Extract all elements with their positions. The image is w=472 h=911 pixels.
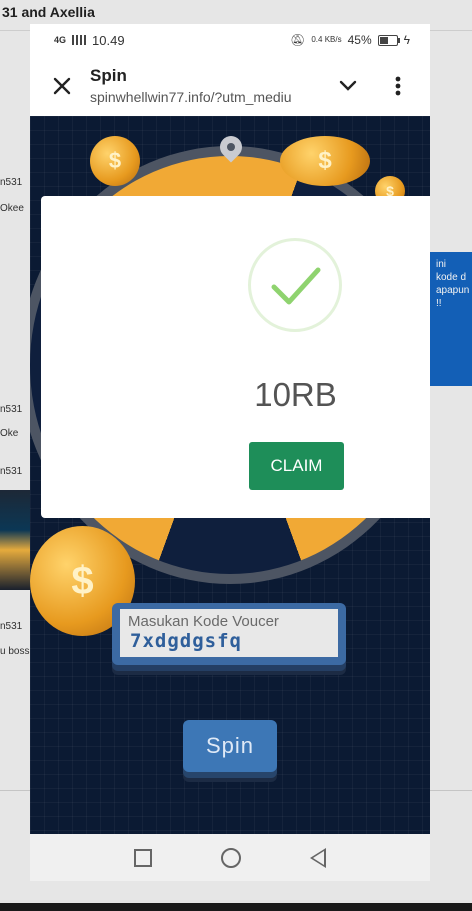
success-circle [248, 238, 342, 332]
voucher-input[interactable]: Masukan Kode Voucer 7xdgdgsfq [120, 609, 338, 657]
network-type: 4G [54, 35, 67, 45]
network-speed: 0.4 KB/s [311, 35, 342, 44]
tab-title-area[interactable]: Spin spinwhellwin77.info/?utm_mediu [90, 66, 314, 106]
voucher-placeholder: Masukan Kode Voucer [128, 613, 279, 630]
mute-icon: 🔕︎ [290, 33, 306, 47]
battery-icon [377, 34, 400, 46]
charging-icon: ϟ [403, 33, 410, 47]
coin-icon: $ [90, 136, 140, 186]
voucher-box: Masukan Kode Voucer 7xdgdgsfq [112, 603, 346, 665]
close-icon [53, 77, 71, 95]
check-icon [271, 267, 321, 305]
spin-button[interactable]: Spin [183, 720, 277, 772]
claim-button[interactable]: CLAIM [249, 442, 344, 490]
voucher-value: 7xdgdgsfq [130, 630, 242, 652]
signal-icon [72, 35, 87, 45]
custom-tab-bar: Spin spinwhellwin77.info/?utm_mediu [30, 56, 430, 116]
status-bar: 4G 10.49 🔕︎ 0.4 KB/s 45% ϟ [30, 24, 430, 56]
home-button[interactable] [220, 847, 241, 868]
recents-button[interactable] [134, 848, 153, 867]
more-options-button[interactable] [382, 70, 414, 102]
status-time: 10.49 [92, 32, 125, 48]
coin-icon: $ [280, 136, 370, 186]
background-bottom-bar [0, 903, 472, 911]
battery-percent: 45% [347, 33, 372, 47]
system-nav-bar [30, 834, 430, 881]
expand-button[interactable] [332, 70, 364, 102]
phone-screen: 4G 10.49 🔕︎ 0.4 KB/s 45% ϟ Spin spinwhel… [30, 24, 430, 881]
close-tab-button[interactable] [48, 72, 76, 100]
prize-amount: 10RB [254, 376, 337, 413]
prize-modal: 10RB CLAIM [41, 196, 430, 518]
page-title: Spin [90, 66, 127, 85]
back-button[interactable] [309, 847, 326, 868]
page-url: spinwhellwin77.info/?utm_mediu [90, 89, 292, 105]
more-vert-icon [395, 76, 401, 96]
chevron-down-icon [339, 80, 357, 91]
